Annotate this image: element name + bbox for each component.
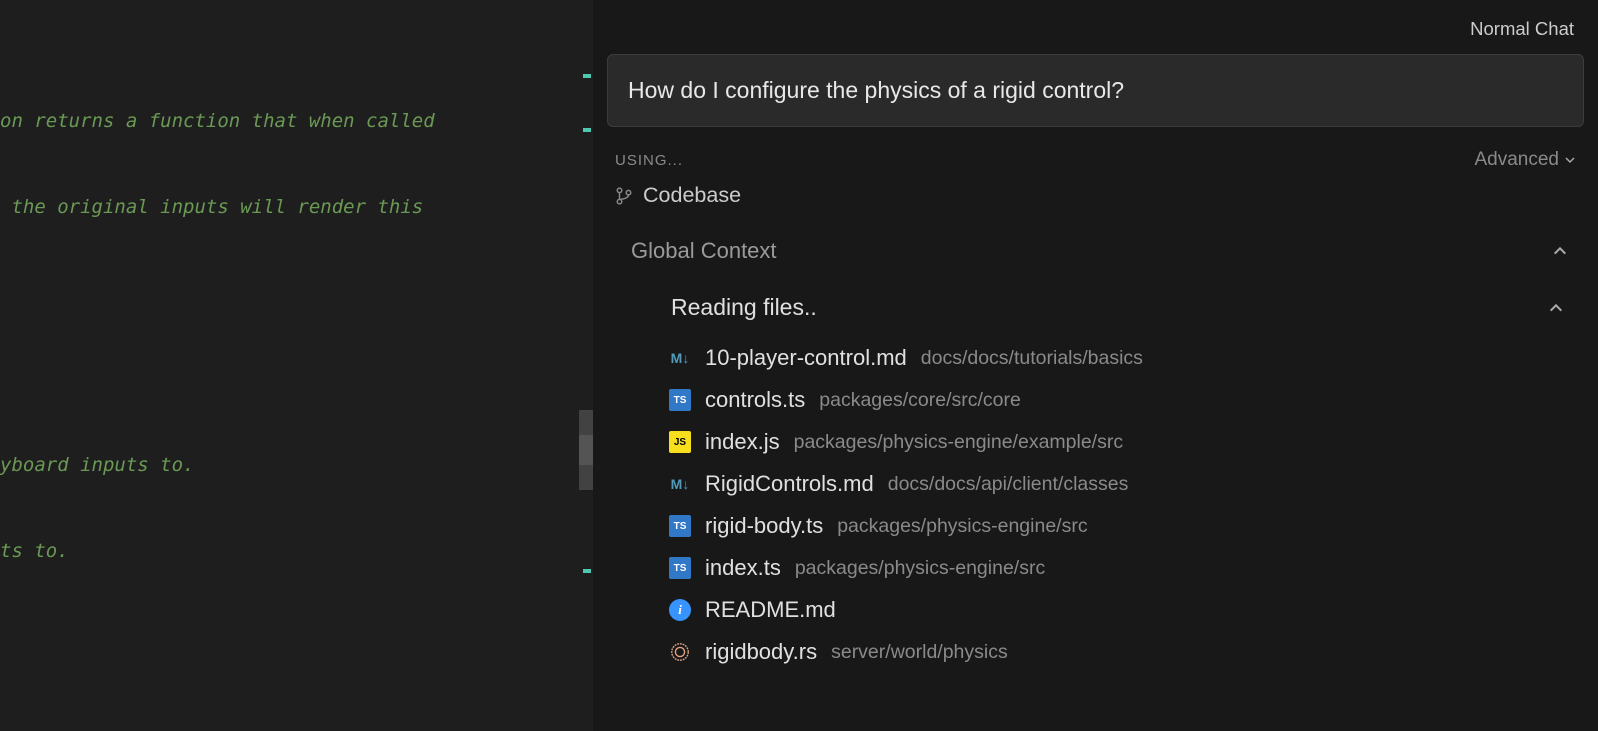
chevron-up-icon xyxy=(1548,300,1564,316)
file-row[interactable]: M↓ RigidControls.md docs/docs/api/client… xyxy=(669,471,1584,497)
global-context-label: Global Context xyxy=(631,238,777,264)
file-name: rigidbody.rs xyxy=(705,639,817,665)
file-path: packages/physics-engine/src xyxy=(837,515,1087,538)
info-icon: i xyxy=(669,599,691,621)
chat-header: Normal Chat xyxy=(607,0,1584,48)
typescript-icon: TS xyxy=(669,389,691,411)
file-path: packages/physics-engine/example/src xyxy=(794,431,1124,454)
typescript-icon: TS xyxy=(669,515,691,537)
code-line: yboard inputs to. xyxy=(0,451,593,480)
minimap-mark xyxy=(583,128,591,132)
using-row: USING... Advanced xyxy=(607,145,1584,181)
file-row[interactable]: TS index.ts packages/physics-engine/src xyxy=(669,555,1584,581)
code-area[interactable]: on returns a function that when called t… xyxy=(0,0,593,731)
editor-scrollbar[interactable] xyxy=(579,410,593,490)
rust-icon xyxy=(669,641,691,663)
advanced-button[interactable]: Advanced xyxy=(1474,149,1576,171)
chevron-up-icon xyxy=(1552,243,1568,259)
javascript-icon: JS xyxy=(669,431,691,453)
minimap[interactable] xyxy=(581,0,593,731)
code-line: the original inputs will render this xyxy=(0,193,593,222)
file-row[interactable]: TS controls.ts packages/core/src/core xyxy=(669,387,1584,413)
typescript-icon: TS xyxy=(669,557,691,579)
reading-files-row[interactable]: Reading files.. xyxy=(607,288,1584,339)
file-row[interactable]: JS index.js packages/physics-engine/exam… xyxy=(669,429,1584,455)
chat-pane: Normal Chat USING... Advanced Codebase G… xyxy=(593,0,1598,731)
using-label: USING... xyxy=(615,152,683,169)
code-line xyxy=(0,623,593,652)
minimap-mark xyxy=(583,569,591,573)
file-row[interactable]: M↓ 10-player-control.md docs/docs/tutori… xyxy=(669,345,1584,371)
editor-pane: on returns a function that when called t… xyxy=(0,0,593,731)
global-context-row[interactable]: Global Context xyxy=(607,228,1584,288)
chat-mode-label[interactable]: Normal Chat xyxy=(1470,18,1574,40)
code-line xyxy=(0,709,593,731)
git-branch-icon xyxy=(615,187,633,205)
file-path: packages/core/src/core xyxy=(819,389,1021,412)
codebase-source-row[interactable]: Codebase xyxy=(607,181,1584,228)
codebase-label: Codebase xyxy=(643,183,741,208)
file-path: server/world/physics xyxy=(831,641,1008,664)
code-line xyxy=(0,279,593,308)
code-line xyxy=(0,365,593,394)
file-list: M↓ 10-player-control.md docs/docs/tutori… xyxy=(607,339,1584,665)
file-path: packages/physics-engine/src xyxy=(795,557,1045,580)
file-name: RigidControls.md xyxy=(705,471,874,497)
file-name: index.js xyxy=(705,429,780,455)
chevron-down-icon xyxy=(1564,154,1576,166)
file-name: rigid-body.ts xyxy=(705,513,823,539)
file-path: docs/docs/api/client/classes xyxy=(888,473,1129,496)
file-row[interactable]: i README.md xyxy=(669,597,1584,623)
file-path: docs/docs/tutorials/basics xyxy=(921,347,1143,370)
file-row[interactable]: rigidbody.rs server/world/physics xyxy=(669,639,1584,665)
file-name: index.ts xyxy=(705,555,781,581)
code-line: ts to. xyxy=(0,537,593,566)
file-name: README.md xyxy=(705,597,836,623)
chat-input[interactable] xyxy=(628,77,1563,104)
chat-input-container[interactable] xyxy=(607,54,1584,127)
scrollbar-thumb[interactable] xyxy=(579,435,593,465)
markdown-icon: M↓ xyxy=(669,347,691,369)
markdown-icon: M↓ xyxy=(669,473,691,495)
file-name: 10-player-control.md xyxy=(705,345,907,371)
reading-files-label: Reading files.. xyxy=(671,294,817,321)
minimap-mark xyxy=(583,74,591,78)
file-row[interactable]: TS rigid-body.ts packages/physics-engine… xyxy=(669,513,1584,539)
advanced-label: Advanced xyxy=(1474,149,1559,171)
file-name: controls.ts xyxy=(705,387,805,413)
code-line: on returns a function that when called xyxy=(0,107,593,136)
